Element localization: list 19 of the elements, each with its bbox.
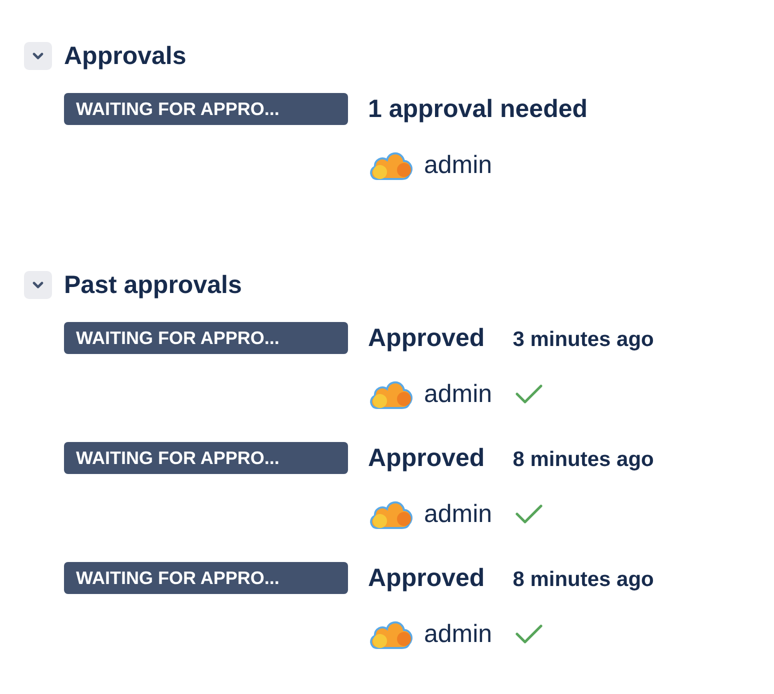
approval-title: Approved (368, 563, 485, 594)
status-lozenge: WAITING FOR APPRO... (64, 562, 348, 594)
approver-name: admin (424, 380, 492, 408)
status-lozenge: WAITING FOR APPRO... (64, 322, 348, 354)
approval-title: 1 approval needed (368, 94, 588, 125)
timestamp: 8 minutes ago (512, 447, 654, 473)
section-heading: Past approvals (64, 270, 242, 300)
collapse-toggle[interactable] (24, 42, 52, 70)
approval-title: Approved (368, 443, 485, 474)
collapse-toggle[interactable] (24, 271, 52, 299)
approver-name: admin (424, 150, 492, 180)
timestamp: 3 minutes ago (512, 327, 654, 353)
approval-title: Approved (368, 323, 485, 354)
timestamp: 8 minutes ago (512, 567, 654, 593)
section-heading: Approvals (64, 42, 186, 70)
status-lozenge: WAITING FOR APPRO... (64, 93, 348, 125)
approver-name: admin (424, 620, 492, 648)
approver-name: admin (424, 500, 492, 528)
status-lozenge: WAITING FOR APPRO... (64, 442, 348, 474)
